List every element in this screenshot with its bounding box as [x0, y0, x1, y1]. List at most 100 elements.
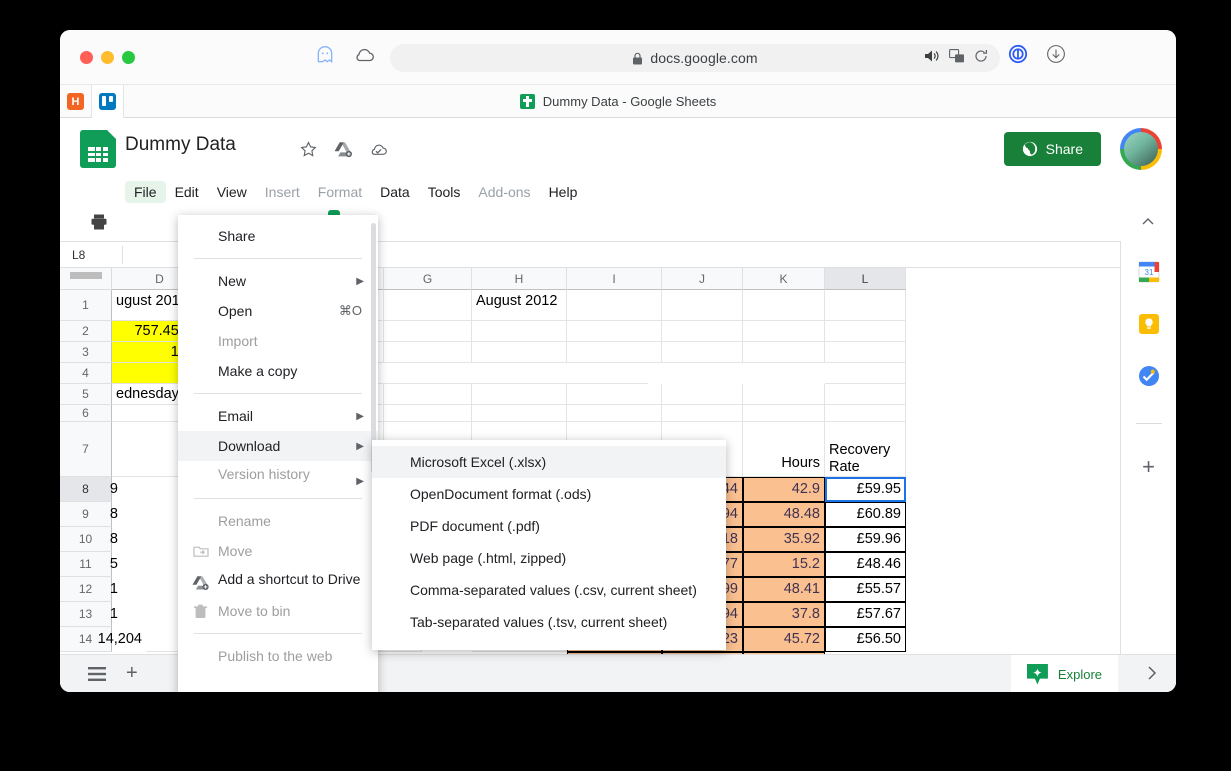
avatar[interactable]	[1120, 128, 1162, 170]
pocket-icon[interactable]	[1008, 44, 1028, 64]
cell-L11[interactable]: £48.46	[825, 552, 906, 577]
menu-format[interactable]: Format	[309, 181, 371, 203]
menu-edit[interactable]: Edit	[166, 181, 208, 203]
cell-L9[interactable]: £60.89	[825, 502, 906, 527]
cell-K14[interactable]: 45.72	[743, 627, 825, 652]
download-option-html[interactable]: Web page (.html, zipped)	[372, 542, 726, 574]
row-header-2[interactable]: 2	[60, 321, 112, 342]
cell-J3[interactable]	[662, 342, 743, 363]
menu-item-new[interactable]: New ▶	[178, 266, 378, 296]
menu-item-import[interactable]: Import	[178, 326, 378, 356]
cell-J5[interactable]	[662, 384, 743, 405]
menu-addons[interactable]: Add-ons	[469, 181, 539, 203]
cell-G6[interactable]	[384, 405, 472, 422]
share-button[interactable]: Share	[1003, 132, 1101, 166]
cell-K5[interactable]	[743, 384, 825, 405]
cell-I6[interactable]	[567, 405, 662, 422]
cell-I3[interactable]	[567, 342, 662, 363]
row-header-6[interactable]: 6	[60, 405, 112, 422]
reload-icon[interactable]	[974, 49, 988, 63]
close-window-button[interactable]	[80, 51, 93, 64]
cell-C13[interactable]: 1	[98, 602, 122, 627]
cell-K13[interactable]: 37.8	[743, 602, 825, 627]
row-header-1[interactable]: 1	[60, 290, 112, 321]
chevron-right-icon[interactable]	[1146, 666, 1158, 680]
cell-K3[interactable]	[743, 342, 825, 363]
menu-item-move-to-bin[interactable]: Move to bin	[178, 596, 378, 626]
menu-help[interactable]: Help	[540, 181, 587, 203]
speaker-icon[interactable]	[924, 49, 940, 63]
active-browser-tab[interactable]: Dummy Data - Google Sheets	[60, 85, 1176, 118]
add-side-panel-app-icon[interactable]: +	[1142, 454, 1155, 480]
star-icon[interactable]	[300, 141, 317, 158]
menu-item-move[interactable]: Move	[178, 536, 378, 566]
cell-H3[interactable]	[472, 342, 567, 363]
cell-L2[interactable]	[825, 321, 906, 342]
row-header-7[interactable]: 7	[60, 422, 112, 477]
cell-H5[interactable]	[472, 384, 567, 405]
cell-K10[interactable]: 35.92	[743, 527, 825, 552]
cell-I1[interactable]	[567, 290, 662, 321]
column-header-G[interactable]: G	[384, 268, 472, 290]
download-option-xlsx[interactable]: Microsoft Excel (.xlsx)	[372, 446, 726, 478]
menu-item-publish-to-the-web[interactable]: Publish to the web	[178, 641, 378, 671]
cell-K6[interactable]	[743, 405, 825, 422]
cell-G2[interactable]	[384, 321, 472, 342]
cell-C8[interactable]: 9	[98, 477, 122, 502]
menu-item-share[interactable]: Share	[178, 221, 378, 251]
explore-button[interactable]: ✦ Explore	[1010, 655, 1118, 692]
column-header-L[interactable]: L	[825, 268, 906, 290]
name-box[interactable]: L8	[60, 248, 122, 262]
cell-C10[interactable]: 8	[98, 527, 122, 552]
cell-C12[interactable]: 1	[98, 577, 122, 602]
cell-K11[interactable]: 15.2	[743, 552, 825, 577]
url-bar[interactable]: docs.google.com	[390, 44, 1000, 72]
download-option-ods[interactable]: OpenDocument format (.ods)	[372, 478, 726, 510]
google-keep-icon[interactable]	[1138, 313, 1160, 335]
menu-data[interactable]: Data	[371, 181, 419, 203]
menu-view[interactable]: View	[208, 181, 256, 203]
google-calendar-icon[interactable]: 31	[1138, 261, 1160, 283]
cell-L8[interactable]: £59.95	[825, 477, 906, 502]
cell-K9[interactable]: 48.48	[743, 502, 825, 527]
google-tasks-icon[interactable]	[1138, 365, 1160, 387]
cell-L6[interactable]	[825, 405, 906, 422]
row-header-4[interactable]: 4	[60, 363, 112, 384]
move-to-drive-icon[interactable]	[334, 141, 352, 158]
cell-H6[interactable]	[472, 405, 567, 422]
column-header-J[interactable]: J	[662, 268, 743, 290]
page-title[interactable]: Dummy Data	[125, 134, 236, 156]
cloud-extension-icon[interactable]	[353, 45, 377, 65]
column-header-H[interactable]: H	[472, 268, 567, 290]
cell-L7[interactable]: Recovery Rate	[825, 422, 906, 477]
add-sheet-icon[interactable]: +	[126, 662, 138, 685]
cell-H1[interactable]: August 2012	[472, 290, 567, 321]
column-header-K[interactable]: K	[743, 268, 825, 290]
cell-G5[interactable]	[384, 384, 472, 405]
maximize-window-button[interactable]	[122, 51, 135, 64]
download-option-pdf[interactable]: PDF document (.pdf)	[372, 510, 726, 542]
cell-J2[interactable]	[662, 321, 743, 342]
chevron-up-icon[interactable]	[1140, 214, 1156, 230]
cell-K8[interactable]: 42.9	[743, 477, 825, 502]
row-header-3[interactable]: 3	[60, 342, 112, 363]
menu-item-make-a-copy[interactable]: Make a copy	[178, 356, 378, 386]
menu-scrollbar[interactable]	[371, 223, 376, 473]
translate-icon[interactable]	[949, 49, 965, 63]
row-header-5[interactable]: 5	[60, 384, 112, 405]
download-option-csv[interactable]: Comma-separated values (.csv, current sh…	[372, 574, 726, 606]
cell-K7[interactable]: Hours	[743, 422, 825, 477]
download-option-tsv[interactable]: Tab-separated values (.tsv, current shee…	[372, 606, 726, 638]
cell-I5[interactable]	[567, 384, 662, 405]
menu-insert[interactable]: Insert	[256, 181, 309, 203]
cell-G1[interactable]	[384, 290, 472, 321]
menu-item-email[interactable]: Email ▶	[178, 401, 378, 431]
cell-I2[interactable]	[567, 321, 662, 342]
cloud-saved-icon[interactable]	[369, 142, 388, 158]
cell-H2[interactable]	[472, 321, 567, 342]
cell-L10[interactable]: £59.96	[825, 527, 906, 552]
cell-K12[interactable]: 48.41	[743, 577, 825, 602]
cell-D14[interactable]: 14,204	[60, 627, 146, 652]
ghost-extension-icon[interactable]	[315, 45, 335, 65]
cell-L13[interactable]: £57.67	[825, 602, 906, 627]
